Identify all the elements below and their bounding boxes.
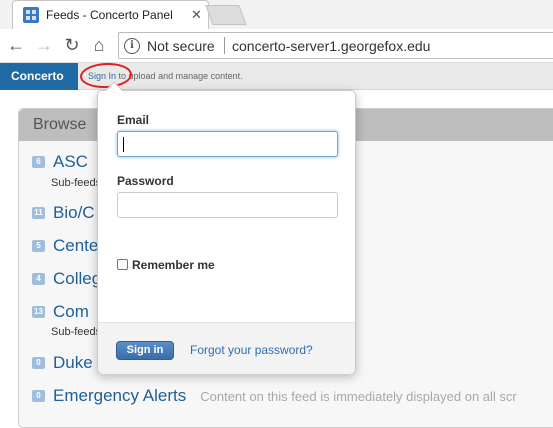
feed-count-badge: 4	[32, 273, 45, 285]
feed-description: Content on this feed is immediately disp…	[200, 388, 517, 404]
feed-item[interactable]: 0 Duke	[32, 353, 93, 377]
feed-count-badge: 13	[32, 306, 45, 318]
info-icon[interactable]: i	[124, 38, 140, 54]
browser-tabstrip: Feeds - Concerto Panel ✕	[0, 0, 553, 29]
browse-title: Browse	[33, 116, 87, 133]
browser-toolbar: ← → ↻ ⌂ i Not secure concerto-server1.ge…	[0, 29, 553, 63]
feed-link[interactable]: ASC	[53, 152, 88, 171]
feed-link[interactable]: Bio/C	[53, 203, 95, 222]
feed-count-badge: 5	[32, 240, 45, 252]
feed-item[interactable]: 4 Colleg	[32, 269, 101, 293]
email-field[interactable]	[117, 131, 338, 157]
feed-count-badge: 6	[32, 156, 45, 168]
sign-in-button[interactable]: Sign in	[116, 341, 174, 360]
back-arrow-icon[interactable]: ←	[6, 35, 26, 55]
password-field[interactable]	[117, 192, 338, 218]
feed-link[interactable]: Colleg	[53, 269, 101, 288]
feed-link[interactable]: Com	[53, 302, 89, 321]
address-bar[interactable]: i Not secure concerto-server1.georgefox.…	[118, 32, 553, 59]
feed-item[interactable]: 6 ASC	[32, 152, 88, 176]
security-status: Not secure	[147, 38, 215, 54]
email-label: Email	[117, 113, 150, 127]
brand-logo[interactable]: Concerto	[0, 63, 78, 90]
feed-count-badge: 0	[32, 357, 45, 369]
text-cursor	[123, 137, 124, 152]
popover-footer: Sign in Forgot your password?	[98, 322, 355, 374]
forgot-password-link[interactable]: Forgot your password?	[190, 343, 313, 357]
feed-count-badge: 0	[32, 390, 45, 402]
url-text[interactable]: concerto-server1.georgefox.edu	[232, 38, 430, 54]
feed-item[interactable]: 0 Emergency Alerts Content on this feed is…	[32, 386, 517, 410]
feed-item[interactable]: 5 Cente	[32, 236, 98, 260]
feed-count-badge: 11	[32, 207, 45, 219]
remember-me-row[interactable]: Remember me	[117, 256, 215, 274]
signin-suffix: to upload and manage content.	[116, 71, 243, 81]
reload-icon[interactable]: ↻	[62, 35, 82, 55]
home-icon[interactable]: ⌂	[89, 35, 109, 55]
feed-link[interactable]: Duke	[53, 353, 93, 372]
new-tab-button[interactable]	[205, 5, 247, 25]
signin-popover: Email Password Remember me Sign in Forgo…	[97, 81, 356, 374]
feed-item[interactable]: 11 Bio/C	[32, 203, 95, 227]
concerto-favicon-icon	[23, 7, 39, 23]
feed-item[interactable]: 13 Com	[32, 302, 89, 326]
address-separator	[224, 37, 225, 54]
forward-arrow-icon[interactable]: →	[34, 35, 54, 55]
tab-close-icon[interactable]: ✕	[191, 7, 202, 23]
password-label: Password	[117, 174, 174, 188]
remember-me-checkbox[interactable]	[117, 259, 128, 271]
tab-title: Feeds - Concerto Panel	[46, 8, 173, 22]
feed-link[interactable]: Cente	[53, 236, 98, 255]
feed-link[interactable]: Emergency Alerts	[53, 386, 186, 405]
browser-tab[interactable]: Feeds - Concerto Panel ✕	[12, 0, 209, 29]
remember-me-label[interactable]: Remember me	[132, 258, 215, 272]
